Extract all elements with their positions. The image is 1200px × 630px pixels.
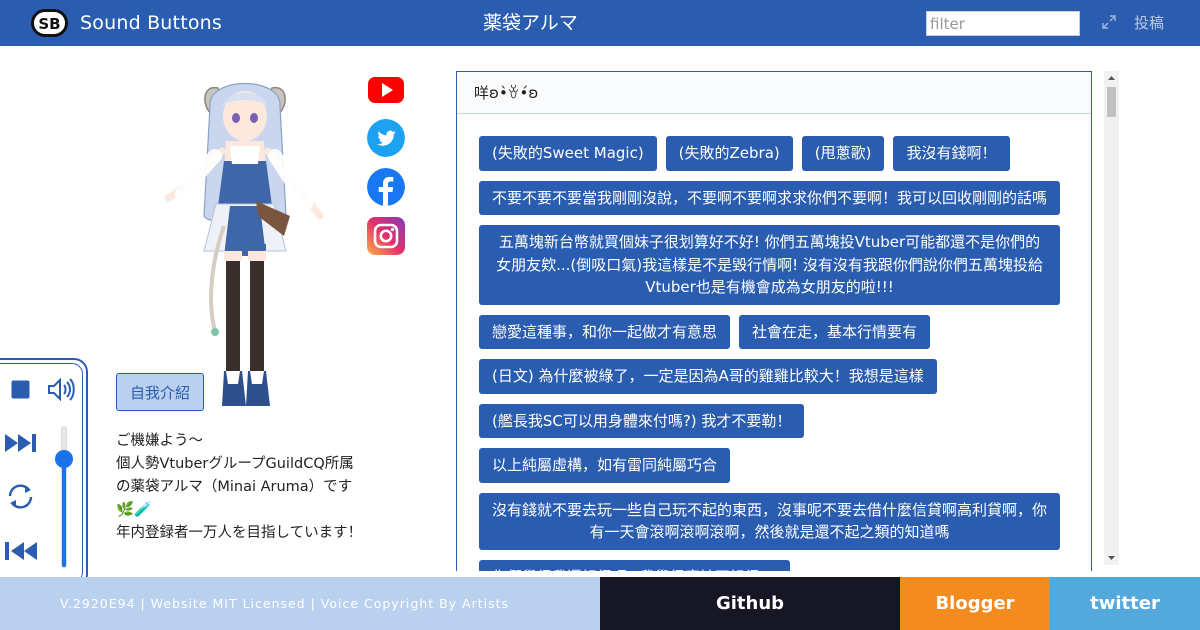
previous-track-icon[interactable] (4, 540, 38, 562)
sound-buttons-panel: 咩ʚ•̀ꈊ•́ʚ (失敗的Sweet Magic) (失敗的Zebra) (甩蔥… (456, 71, 1092, 571)
sound-button[interactable]: (甩蔥歌) (801, 136, 885, 171)
svg-text:SB: SB (38, 15, 60, 33)
panel-scrollbar[interactable] (1104, 71, 1119, 565)
footer-info: V.2920E94 | Website MIT Licensed | Voice… (0, 577, 600, 630)
footer-github-link[interactable]: Github (600, 577, 900, 630)
intro-line: ご機嫌よう～ (116, 433, 203, 449)
volume-icon[interactable] (46, 377, 76, 402)
sound-button[interactable]: 戀愛這種事，和你一起做才有意思 (479, 314, 731, 349)
sound-button[interactable]: 以上純屬虛構，如有雷同純屬巧合 (479, 448, 731, 483)
scroll-up-arrow-icon[interactable] (1104, 71, 1119, 85)
sound-button[interactable]: (日文) 為什麼被綠了，一定是因為A哥的雞雞比較大！我想是這樣 (479, 359, 937, 394)
scroll-down-arrow-icon[interactable] (1104, 551, 1119, 565)
sound-button[interactable]: 我沒有錢啊！ (893, 136, 1010, 171)
sound-buttons-logo-icon[interactable]: SB (31, 9, 68, 37)
footer-blogger-link[interactable]: Blogger (900, 577, 1050, 630)
next-track-icon[interactable] (4, 432, 38, 454)
panel-heading: 咩ʚ•̀ꈊ•́ʚ (457, 72, 1091, 114)
loop-icon[interactable] (4, 480, 37, 513)
intro-line: 年内登録者一万人を目指しています！ (116, 525, 363, 541)
self-introduction-button[interactable]: 自我介紹 (116, 373, 204, 411)
footer-twitter-link[interactable]: twitter (1050, 577, 1200, 630)
sound-button-list: (失敗的Sweet Magic) (失敗的Zebra) (甩蔥歌) 我沒有錢啊！… (457, 114, 1091, 571)
profile-intro: ご機嫌よう～ 個人勢VtuberグループGuildCQ所属 の薬袋アルマ（Min… (116, 430, 386, 545)
top-navbar: SB Sound Buttons 薬袋アルマ 投稿 (0, 0, 1200, 46)
volume-slider-thumb[interactable] (55, 450, 73, 468)
stop-icon[interactable] (11, 380, 30, 399)
intro-line: 🌿🧪 (116, 502, 153, 518)
sound-button[interactable]: (失敗的Zebra) (665, 136, 793, 171)
page-title: 薬袋アルマ (483, 12, 578, 34)
intro-line: 個人勢VtuberグループGuildCQ所属 (116, 456, 354, 472)
footer: V.2920E94 | Website MIT Licensed | Voice… (0, 577, 1200, 630)
instagram-icon[interactable] (367, 217, 405, 255)
expand-icon[interactable] (1101, 14, 1117, 30)
sound-button[interactable]: 社會在走，基本行情要有 (739, 314, 931, 349)
sound-button[interactable]: (失敗的Sweet Magic) (479, 136, 657, 171)
sound-button[interactable]: 你們覺得我還記得嗎? 我覺得應該不記得*2 (479, 559, 790, 571)
facebook-icon[interactable] (367, 168, 405, 206)
brand-name[interactable]: Sound Buttons (80, 11, 222, 35)
sound-button[interactable]: 沒有錢就不要去玩一些自己玩不起的東西，沒事呢不要去借什麼信貸啊高利貸啊，你有一天… (479, 492, 1060, 550)
sound-button[interactable]: (艦長我SC可以用身體來付嗎?) 我才不要勒！ (479, 403, 805, 438)
post-link[interactable]: 投稿 (1134, 13, 1164, 33)
sound-button[interactable]: 不要不要不要當我剛剛沒說，不要啊不要啊求求你們不要啊！我可以回收剛剛的話嗎 (479, 180, 1060, 215)
twitter-icon[interactable] (367, 119, 405, 157)
sound-button[interactable]: 五萬塊新台幣就買個妹子很划算好不好! 你們五萬塊投Vtuber可能都還不是你們的… (479, 225, 1060, 305)
intro-line: の薬袋アルマ（Minai Aruma）です (116, 479, 353, 495)
scrollbar-thumb[interactable] (1107, 87, 1116, 117)
vtuber-avatar (164, 82, 324, 406)
youtube-icon[interactable] (367, 71, 405, 109)
filter-input[interactable] (926, 11, 1080, 36)
volume-slider[interactable] (61, 426, 67, 568)
